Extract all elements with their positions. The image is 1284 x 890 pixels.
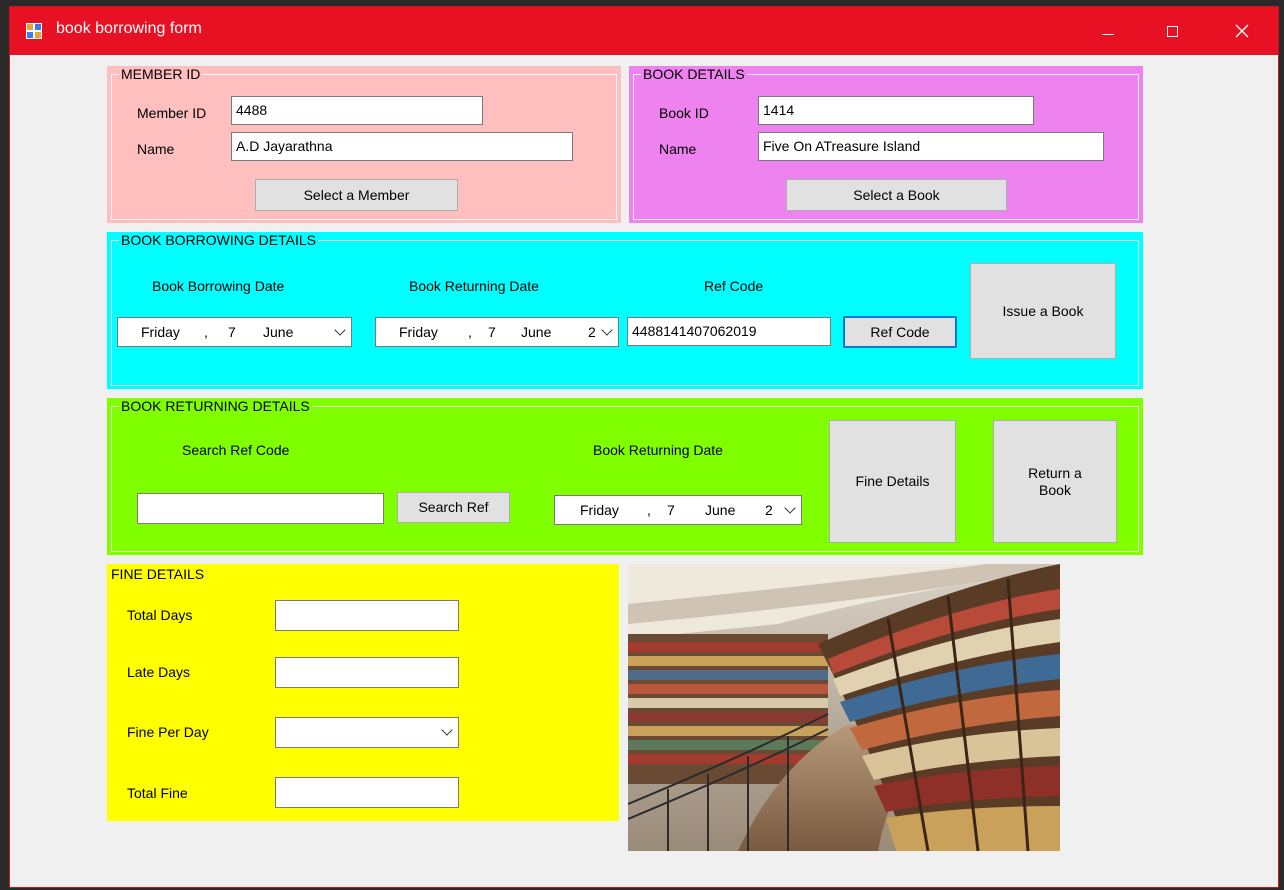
maximize-icon [1166,25,1178,37]
select-member-button[interactable]: Select a Member [255,179,458,211]
issue-book-button[interactable]: Issue a Book [970,263,1116,359]
borrow-return-date-month: June [521,324,552,340]
book-panel: BOOK DETAILS Book ID 1414 Name Five On A… [629,66,1143,223]
ref-code-button-label: Ref Code [870,323,930,340]
borrow-date-picker[interactable]: Friday , 7 June [117,317,352,347]
select-member-label: Select a Member [303,186,410,203]
return-date-dropdown[interactable] [779,496,801,524]
select-book-button[interactable]: Select a Book [786,179,1007,211]
total-fine-field[interactable] [275,777,459,808]
return-date-year: 2 [765,502,773,518]
borrow-return-date-year: 2 [588,324,596,340]
library-illustration [628,564,1060,851]
late-days-label: Late Days [127,664,191,680]
borrow-return-date-sep: , [468,324,472,340]
chevron-down-icon [334,324,346,336]
chevron-down-icon [441,724,453,736]
search-ref-button[interactable]: Search Ref [397,492,510,523]
total-fine-label: Total Fine [127,785,188,801]
fine-per-day-select[interactable] [275,717,459,748]
search-ref-label: Search Ref Code [182,442,290,458]
select-book-label: Select a Book [853,186,940,203]
borrow-date-month: June [263,324,294,340]
minimize-button[interactable] [1076,7,1140,55]
maximize-button[interactable] [1140,7,1204,55]
fine-per-day-dropdown[interactable] [436,718,458,746]
ref-code-field[interactable]: 4488141407062019 [627,317,831,346]
return-date-sep: , [647,502,651,518]
borrow-date-dropdown[interactable] [329,318,351,346]
issue-book-label: Issue a Book [1002,302,1084,319]
search-ref-field[interactable] [137,493,384,524]
ref-code-label: Ref Code [704,278,764,294]
book-name-field[interactable]: Five On ATreasure Island [758,132,1104,161]
member-id-field[interactable]: 4488 [231,96,483,125]
title-bar[interactable]: book borrowing form [10,7,1278,55]
close-button[interactable] [1210,7,1274,55]
return-date-label: Book Returning Date [593,442,723,458]
book-id-label: Book ID [659,105,709,121]
member-name-label: Name [137,141,175,157]
return-date-month: June [705,502,736,518]
fine-per-day-label: Fine Per Day [127,724,209,740]
borrow-return-date-day: Friday [399,324,438,340]
borrow-return-date-date: 7 [488,324,496,340]
fine-panel: FINE DETAILS Total Days Late Days Fine P… [107,564,619,821]
borrow-date-date: 7 [228,324,236,340]
minimize-icon [1102,33,1114,35]
total-days-label: Total Days [127,607,193,623]
book-id-field[interactable]: 1414 [758,96,1034,125]
library-photo [628,564,1060,851]
fine-legend: FINE DETAILS [111,566,205,582]
borrow-date-day: Friday [141,324,180,340]
borrow-return-date-label: Book Returning Date [409,278,539,294]
member-name-field[interactable]: A.D Jayarathna [231,132,573,161]
window-title: book borrowing form [56,20,202,37]
late-days-field[interactable] [275,657,459,688]
return-date-picker[interactable]: Friday , 7 June 2 [554,495,802,525]
ref-code-button[interactable]: Ref Code [843,316,957,348]
book-name-label: Name [659,141,697,157]
book-borrowing-window: book borrowing form MEMBER ID Member ID … [9,6,1279,888]
member-panel: MEMBER ID Member ID 4488 Name A.D Jayara… [107,66,621,223]
borrow-date-label: Book Borrowing Date [152,278,285,294]
chevron-down-icon [601,324,613,336]
chevron-down-icon [784,502,796,514]
borrowing-legend: BOOK BORROWING DETAILS [119,232,318,249]
member-id-label: Member ID [137,105,207,121]
total-days-field[interactable] [275,600,459,631]
borrowing-panel: BOOK BORROWING DETAILS Book Borrowing Da… [107,232,1143,389]
book-legend: BOOK DETAILS [641,66,747,83]
fine-details-label: Fine Details [855,473,930,489]
borrow-date-sep: , [204,324,208,340]
member-legend: MEMBER ID [119,66,203,83]
return-book-label-line1: Return a [1028,464,1082,481]
return-book-button[interactable]: Return a Book [993,420,1117,543]
borrow-return-date-dropdown[interactable] [596,318,618,346]
form-icon [26,23,42,39]
return-date-date: 7 [667,502,675,518]
close-icon [1235,24,1249,38]
returning-panel-frame [111,406,1139,552]
search-ref-button-label: Search Ref [418,499,489,515]
borrow-return-date-picker[interactable]: Friday , 7 June 2 [375,317,619,347]
fine-details-button[interactable]: Fine Details [829,420,956,543]
return-date-day: Friday [580,502,619,518]
returning-panel: BOOK RETURNING DETAILS Search Ref Code S… [107,398,1143,555]
return-book-label-line2: Book [1039,481,1071,498]
returning-legend: BOOK RETURNING DETAILS [119,398,312,415]
